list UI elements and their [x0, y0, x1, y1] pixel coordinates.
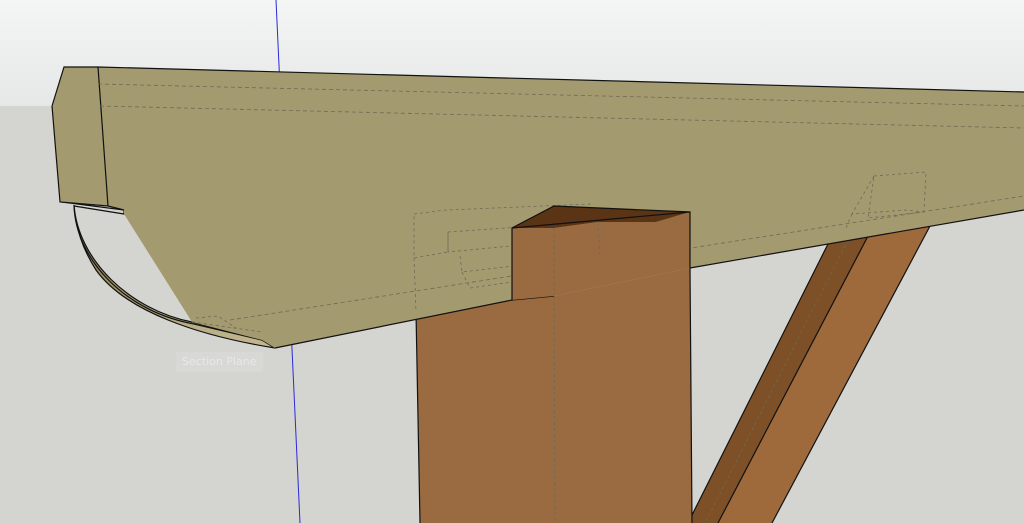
model-viewport[interactable]: Section Plane	[0, 0, 1024, 523]
scene-canvas[interactable]	[0, 0, 1024, 523]
